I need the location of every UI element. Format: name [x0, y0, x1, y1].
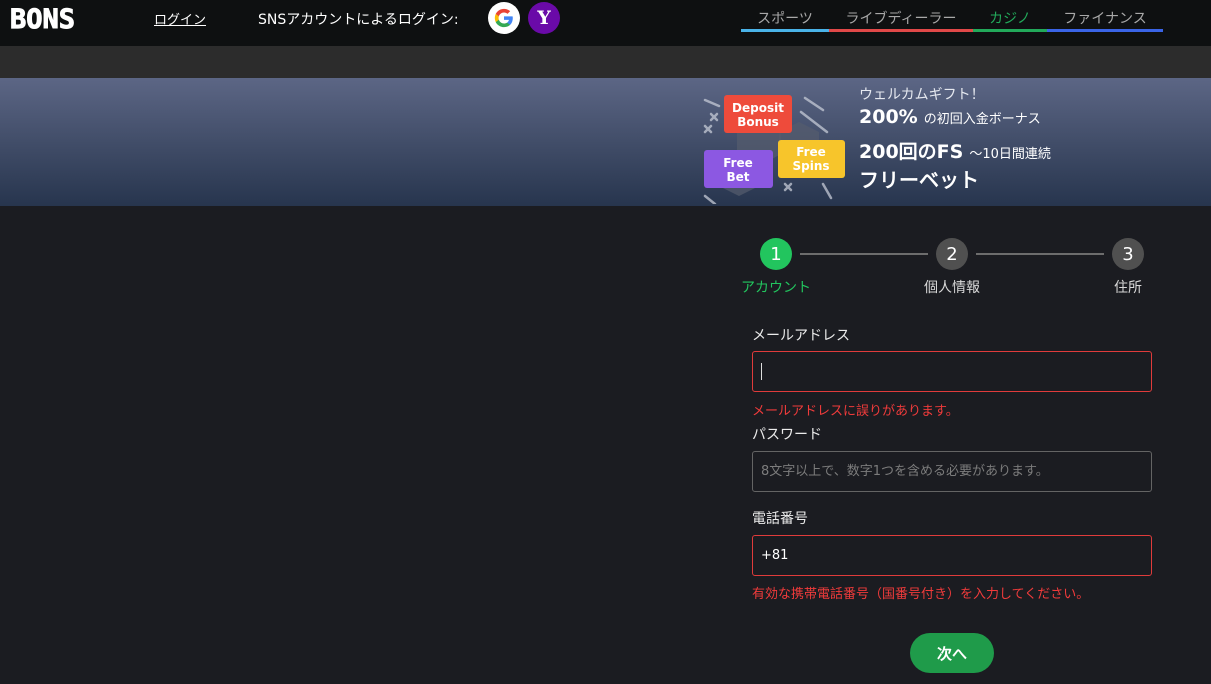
- svg-text:DepositBonus: Deposit Bonus: [732, 101, 784, 129]
- step-2-indicator: 2: [936, 238, 968, 270]
- google-icon: [494, 8, 513, 28]
- svg-text:FreeBet: Free Bet: [723, 156, 753, 184]
- step-3-label: 住所: [1114, 280, 1142, 296]
- tab-casino[interactable]: カジノ: [973, 8, 1047, 32]
- password-label: パスワード: [752, 427, 822, 443]
- step-2-label: 個人情報: [924, 280, 980, 296]
- step-connector: [800, 253, 928, 255]
- welcome-gift-title: ウェルカムギフト！: [859, 87, 985, 103]
- svg-text:FreeSpins: Free Spins: [792, 145, 829, 173]
- email-label: メールアドレス: [752, 328, 850, 344]
- promo-deposit-line: 200% の初回入金ボーナス: [859, 106, 1041, 128]
- email-error-message: メールアドレスに誤りがあります。: [752, 404, 959, 419]
- sns-login-label: SNSアカウントによるログイン:: [258, 12, 459, 28]
- promo-deposit-text: の初回入金ボーナス: [923, 112, 1041, 127]
- step-1-label: アカウント: [741, 280, 811, 296]
- text-caret: [761, 363, 762, 380]
- promo-freebet-line: フリーベット: [859, 168, 979, 192]
- promo-fs-line: 200回のFS ～10日間連続: [859, 137, 1051, 164]
- bonus-badges-graphic: Deposit Bonus Free Spins Free Bet: [703, 95, 845, 204]
- step-3-indicator: 3: [1112, 238, 1144, 270]
- phone-label: 電話番号: [752, 511, 808, 527]
- step-1-indicator: 1: [760, 238, 792, 270]
- login-link[interactable]: ログイン: [154, 9, 206, 28]
- yahoo-login-button[interactable]: Y: [528, 2, 560, 34]
- password-field[interactable]: [752, 451, 1152, 492]
- logo-text: BONS: [10, 4, 75, 32]
- yahoo-icon: Y: [537, 7, 551, 29]
- step-connector: [976, 253, 1104, 255]
- category-nav: [0, 46, 1211, 78]
- promo-fs-text: ～10日間連続: [969, 147, 1051, 162]
- promo-deposit-percent: 200%: [859, 106, 918, 128]
- phone-field[interactable]: [752, 535, 1152, 576]
- tab-live-dealer[interactable]: ライブディーラー: [829, 8, 973, 32]
- email-field[interactable]: [752, 351, 1152, 392]
- tab-sports[interactable]: スポーツ: [741, 8, 829, 32]
- tab-finance[interactable]: ファイナンス: [1047, 8, 1163, 32]
- google-login-button[interactable]: [488, 2, 520, 34]
- phone-error-message: 有効な携帯電話番号（国番号付き）を入力してください。: [752, 587, 1090, 602]
- bons-logo[interactable]: BONS: [10, 4, 128, 32]
- next-button[interactable]: 次へ: [910, 633, 994, 673]
- promo-fs-count: 200回のFS: [859, 141, 964, 163]
